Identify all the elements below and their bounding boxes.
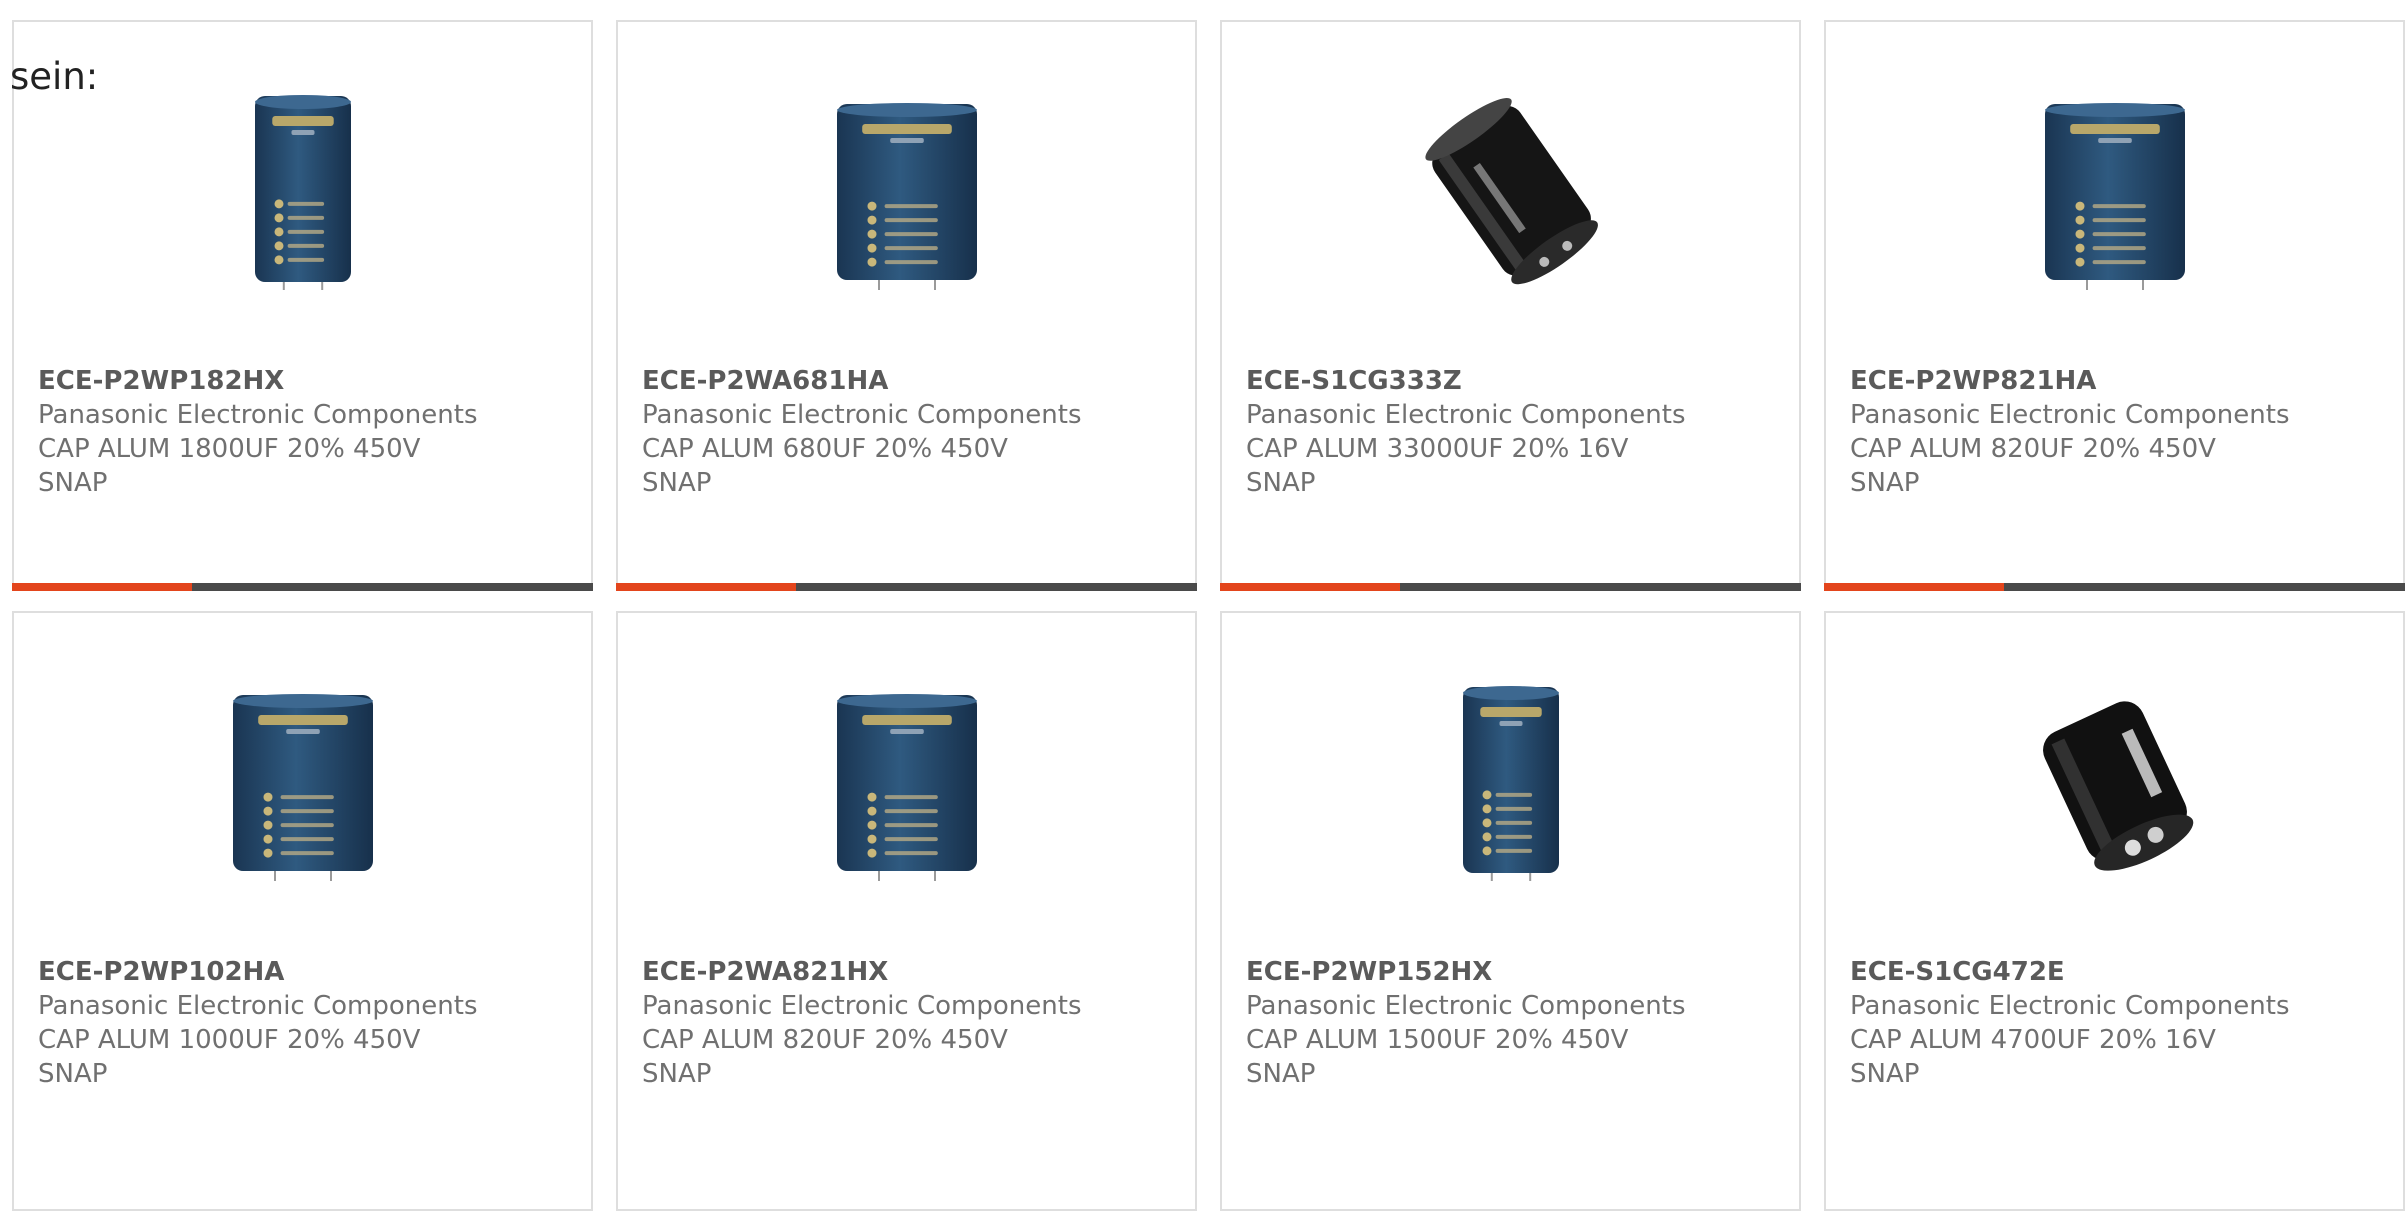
product-info: ECE-S1CG333Z Panasonic Electronic Compon… (1246, 364, 1779, 500)
product-image[interactable] (2015, 90, 2215, 290)
progress-fill (1824, 583, 2005, 591)
progress-bar (1824, 583, 2405, 591)
progress-bar (12, 583, 593, 591)
product-info: ECE-P2WP821HA Panasonic Electronic Compo… (1850, 364, 2383, 500)
product-info: ECE-P2WA821HX Panasonic Electronic Compo… (642, 955, 1175, 1091)
product-card[interactable]: ECE-S1CG333Z Panasonic Electronic Compon… (1220, 20, 1801, 591)
progress-fill (616, 583, 797, 591)
part-number[interactable]: ECE-P2WP152HX (1246, 955, 1779, 989)
product-card[interactable]: ECE-P2WA821HX Panasonic Electronic Compo… (616, 611, 1197, 1211)
manufacturer: Panasonic Electronic Components (1850, 400, 2290, 430)
product-card[interactable]: ECE-P2WP182HX Panasonic Electronic Compo… (12, 20, 593, 591)
product-info: ECE-P2WP182HX Panasonic Electronic Compo… (38, 364, 571, 500)
product-description: CAP ALUM 1000UF 20% 450V SNAP (38, 1025, 421, 1089)
part-number[interactable]: ECE-P2WP182HX (38, 364, 571, 398)
manufacturer: Panasonic Electronic Components (38, 991, 478, 1021)
product-image[interactable] (1411, 681, 1611, 881)
progress-bar (1220, 583, 1801, 591)
manufacturer: Panasonic Electronic Components (1246, 400, 1686, 430)
intro-text: sein: (10, 55, 99, 98)
part-number[interactable]: ECE-P2WP102HA (38, 955, 571, 989)
product-description: CAP ALUM 33000UF 20% 16V SNAP (1246, 434, 1629, 498)
manufacturer: Panasonic Electronic Components (642, 400, 1082, 430)
part-number[interactable]: ECE-P2WA681HA (642, 364, 1175, 398)
manufacturer: Panasonic Electronic Components (642, 991, 1082, 1021)
product-description: CAP ALUM 1500UF 20% 450V SNAP (1246, 1025, 1629, 1089)
progress-bar (616, 583, 1197, 591)
part-number[interactable]: ECE-S1CG472E (1850, 955, 2383, 989)
manufacturer: Panasonic Electronic Components (38, 400, 478, 430)
product-card[interactable]: ECE-P2WP102HA Panasonic Electronic Compo… (12, 611, 593, 1211)
progress-fill (12, 583, 193, 591)
product-card[interactable]: ECE-P2WP821HA Panasonic Electronic Compo… (1824, 20, 2405, 591)
product-info: ECE-P2WP102HA Panasonic Electronic Compo… (38, 955, 571, 1091)
part-number[interactable]: ECE-P2WA821HX (642, 955, 1175, 989)
product-description: CAP ALUM 4700UF 20% 16V SNAP (1850, 1025, 2216, 1089)
manufacturer: Panasonic Electronic Components (1850, 991, 2290, 1021)
product-image[interactable] (807, 681, 1007, 881)
product-card[interactable]: ECE-P2WP152HX Panasonic Electronic Compo… (1220, 611, 1801, 1211)
product-description: CAP ALUM 820UF 20% 450V SNAP (1850, 434, 2216, 498)
progress-fill (1220, 583, 1401, 591)
product-image[interactable] (203, 681, 403, 881)
manufacturer: Panasonic Electronic Components (1246, 991, 1686, 1021)
product-info: ECE-P2WA681HA Panasonic Electronic Compo… (642, 364, 1175, 500)
product-image[interactable] (807, 90, 1007, 290)
product-image[interactable] (1411, 90, 1611, 290)
product-info: ECE-P2WP152HX Panasonic Electronic Compo… (1246, 955, 1779, 1091)
part-number[interactable]: ECE-S1CG333Z (1246, 364, 1779, 398)
product-image[interactable] (2015, 681, 2215, 881)
product-card[interactable]: ECE-S1CG472E Panasonic Electronic Compon… (1824, 611, 2405, 1211)
product-image[interactable] (203, 90, 403, 290)
product-card[interactable]: ECE-P2WA681HA Panasonic Electronic Compo… (616, 20, 1197, 591)
product-description: CAP ALUM 680UF 20% 450V SNAP (642, 434, 1008, 498)
product-description: CAP ALUM 820UF 20% 450V SNAP (642, 1025, 1008, 1089)
product-info: ECE-S1CG472E Panasonic Electronic Compon… (1850, 955, 2383, 1091)
part-number[interactable]: ECE-P2WP821HA (1850, 364, 2383, 398)
product-description: CAP ALUM 1800UF 20% 450V SNAP (38, 434, 421, 498)
